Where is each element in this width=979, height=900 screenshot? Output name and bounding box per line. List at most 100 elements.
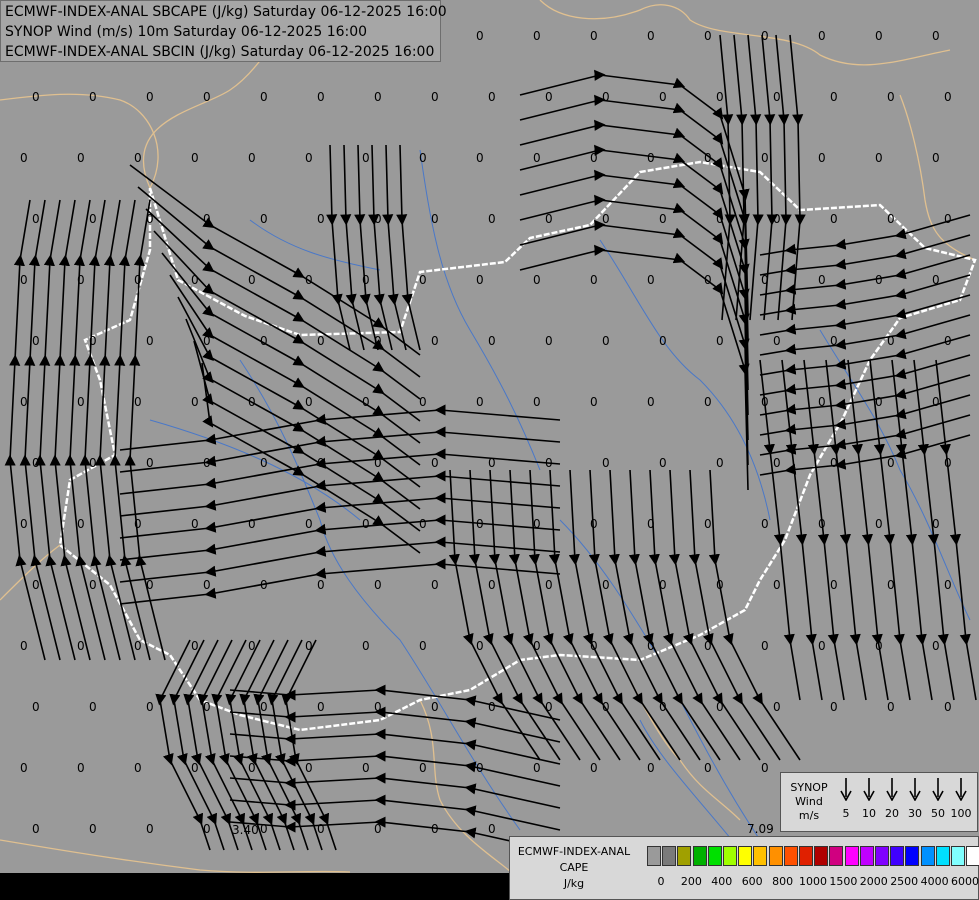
cin-value-label: 0	[317, 700, 325, 714]
wind-legend-entry: 20	[881, 777, 903, 820]
cin-value-label: 0	[146, 212, 154, 226]
cin-value-label: 0	[146, 456, 154, 470]
cin-value-label: 0	[488, 578, 496, 592]
cin-value-label: 0	[305, 639, 313, 653]
cin-value-label: 0	[89, 90, 97, 104]
cin-value-label: 0	[374, 334, 382, 348]
cape-color-swatch	[799, 846, 813, 866]
cin-value-label: 0	[146, 822, 154, 836]
cin-value-label: 0	[704, 517, 712, 531]
cin-value-label: 0	[773, 334, 781, 348]
cin-value-label: 0	[716, 456, 724, 470]
cin-value-label: 0	[77, 395, 85, 409]
cin-value-label: 0	[89, 578, 97, 592]
wind-legend-speed: 10	[862, 807, 876, 820]
cin-value-label: 0	[773, 700, 781, 714]
cin-value-label: 0	[191, 273, 199, 287]
cin-value-label: 0	[533, 761, 541, 775]
wind-legend-entry: 50	[927, 777, 949, 820]
cin-value-label: 0	[659, 578, 667, 592]
cin-value-label: 0	[191, 517, 199, 531]
cin-value-label: 0	[32, 822, 40, 836]
cin-value-label: 0	[716, 700, 724, 714]
cin-value-label: 0	[431, 822, 439, 836]
cin-value-label: 0	[761, 761, 769, 775]
cin-value-label: 0	[659, 212, 667, 226]
cin-value-label: 0	[932, 273, 940, 287]
cin-value-label: 0	[146, 334, 154, 348]
cin-value-label: 0	[20, 151, 28, 165]
wind-legend-speed: 30	[908, 807, 922, 820]
cin-value-label: 0	[362, 761, 370, 775]
cin-value-label: 0	[944, 334, 952, 348]
cin-value-label: 0	[659, 90, 667, 104]
cin-value-label: 0	[887, 700, 895, 714]
cin-value-label: 0	[362, 151, 370, 165]
cin-value-label: 0	[419, 761, 427, 775]
cin-value-label: 0	[488, 212, 496, 226]
cin-value-label: 0	[488, 334, 496, 348]
cin-value-label: 0	[761, 29, 769, 43]
cin-value-label: 0	[32, 578, 40, 592]
cin-value-label: 0	[533, 517, 541, 531]
cape-color-swatch	[920, 846, 935, 866]
cin-value-label: 0	[533, 273, 541, 287]
down-arrow-icon	[909, 778, 921, 801]
cin-value-label: 0	[374, 578, 382, 592]
cin-value-label: 0	[317, 456, 325, 470]
special-value-2: 7.09	[747, 822, 774, 836]
cin-value-label: 0	[260, 334, 268, 348]
cin-value-label: 0	[647, 761, 655, 775]
cin-value-label: 0	[374, 90, 382, 104]
cin-value-label: 0	[89, 822, 97, 836]
cin-value-label: 0	[545, 456, 553, 470]
cape-color-swatch	[905, 846, 920, 866]
cin-value-label: 0	[716, 578, 724, 592]
cin-value-label: 0	[191, 761, 199, 775]
cin-value-label: 0	[830, 90, 838, 104]
cin-value-label: 0	[602, 456, 610, 470]
map-title-box: ECMWF-INDEX-ANAL SBCAPE (J/kg) Saturday …	[0, 0, 447, 62]
cin-value-label: 0	[590, 273, 598, 287]
wind-legend-title: SYNOP Wind m/s	[790, 781, 828, 822]
cin-value-label: 0	[545, 700, 553, 714]
cin-value-label: 0	[431, 212, 439, 226]
cin-value-label: 0	[761, 395, 769, 409]
cin-value-label: 0	[887, 456, 895, 470]
cin-value-label: 0	[20, 395, 28, 409]
cin-value-label: 0	[944, 700, 952, 714]
cin-value-label: 0	[248, 639, 256, 653]
cin-value-label: 0	[818, 273, 826, 287]
cin-value-label: 0	[488, 700, 496, 714]
cin-value-label: 0	[134, 639, 142, 653]
cin-value-label: 0	[32, 90, 40, 104]
cin-value-label: 0	[431, 334, 439, 348]
cin-value-label: 0	[944, 90, 952, 104]
cin-value-label: 0	[818, 29, 826, 43]
cin-value-label: 0	[704, 395, 712, 409]
cin-value-label: 0	[317, 578, 325, 592]
cin-value-label: 0	[191, 395, 199, 409]
cin-value-label: 0	[602, 700, 610, 714]
cin-value-label: 0	[203, 456, 211, 470]
cin-value-label: 0	[89, 700, 97, 714]
cin-value-label: 0	[590, 639, 598, 653]
cin-value-label: 0	[305, 761, 313, 775]
cin-value-label: 0	[476, 761, 484, 775]
cin-value-label: 0	[77, 639, 85, 653]
cin-value-label: 0	[602, 334, 610, 348]
wind-legend-speed: 100	[950, 807, 972, 820]
cin-value-label: 0	[761, 273, 769, 287]
cin-value-label: 0	[704, 273, 712, 287]
cin-value-label: 0	[488, 90, 496, 104]
cape-legend-tick: 6000	[951, 875, 979, 888]
cape-color-swatch	[829, 846, 844, 866]
cin-value-label: 0	[830, 212, 838, 226]
cin-value-label: 0	[590, 151, 598, 165]
cape-color-swatch	[768, 846, 783, 866]
cin-value-label: 0	[488, 456, 496, 470]
cin-value-label: 0	[419, 395, 427, 409]
cin-value-label: 0	[362, 273, 370, 287]
cape-color-swatch	[753, 846, 768, 866]
cape-color-swatch	[890, 846, 905, 866]
